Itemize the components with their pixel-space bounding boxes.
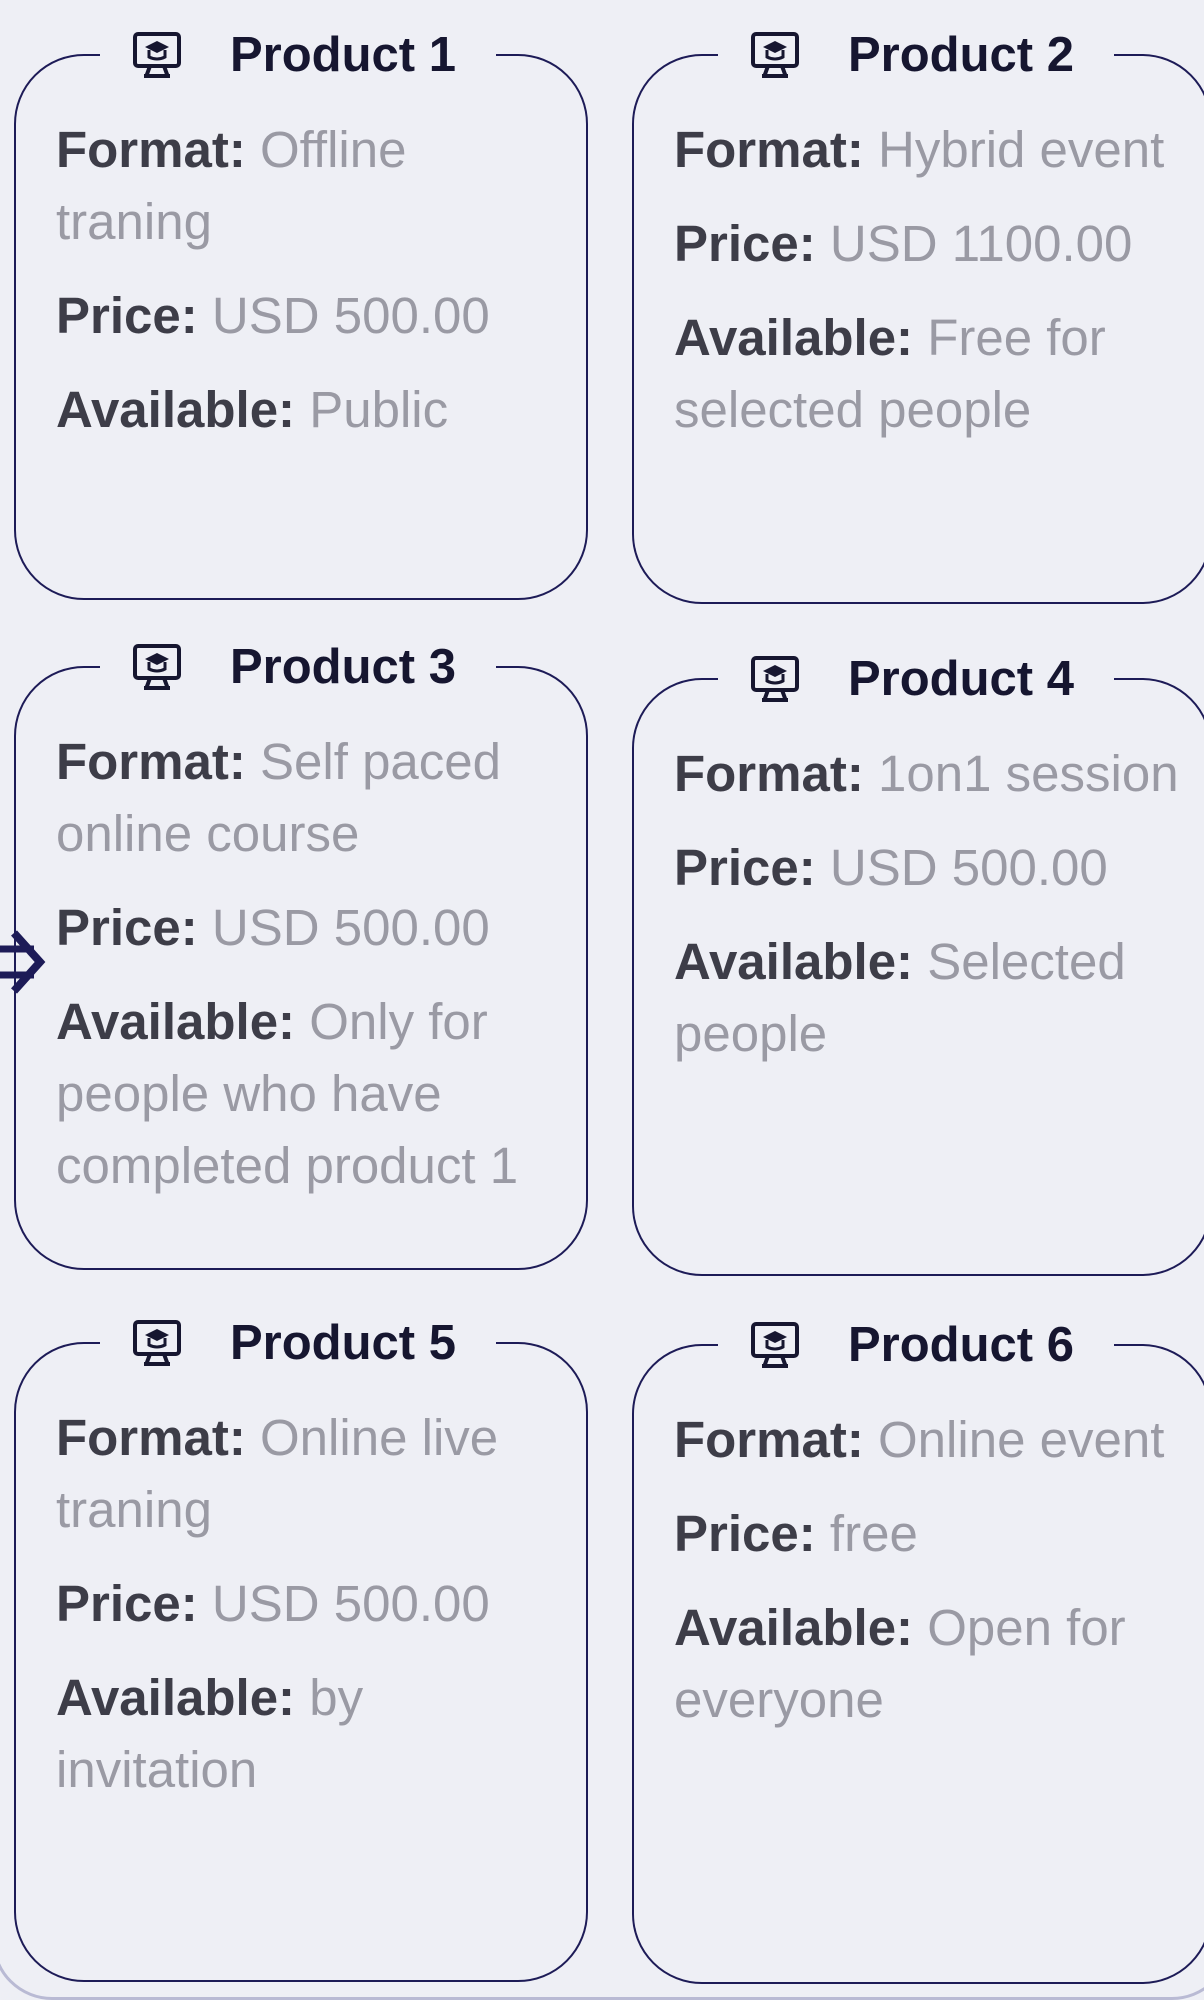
- format-field: Format: Online live traning: [56, 1402, 572, 1546]
- product-card-header: Product 3: [100, 638, 496, 696]
- format-value: Hybrid event: [878, 121, 1165, 178]
- price-field: Price: USD 500.00: [56, 892, 572, 964]
- format-label: Format:: [674, 745, 864, 802]
- available-field: Available: Public: [56, 374, 572, 446]
- online-course-monitor-icon: [133, 32, 181, 78]
- product-fields: Format: Online event Price: free Availab…: [674, 1404, 1196, 1758]
- format-value: 1on1 session: [878, 745, 1179, 802]
- online-course-monitor-icon: [751, 32, 799, 78]
- product-title: Product 6: [848, 1318, 1074, 1372]
- price-field: Price: USD 500.00: [56, 1568, 572, 1640]
- product-card-2[interactable]: Product 2 Format: Hybrid event Price: US…: [632, 26, 1204, 604]
- available-label: Available:: [56, 1669, 296, 1726]
- available-field: Available: Open for everyone: [674, 1592, 1196, 1736]
- available-label: Available:: [56, 993, 296, 1050]
- format-field: Format: Offline traning: [56, 114, 572, 258]
- format-label: Format:: [674, 121, 864, 178]
- product-fields: Format: 1on1 session Price: USD 500.00 A…: [674, 738, 1196, 1092]
- price-value: USD 500.00: [211, 287, 490, 344]
- available-field: Available: Selected people: [674, 926, 1196, 1070]
- product-title: Product 5: [230, 1316, 456, 1370]
- product-title: Product 2: [848, 28, 1074, 82]
- price-label: Price:: [56, 1575, 198, 1632]
- format-label: Format:: [56, 733, 246, 790]
- available-value: Public: [309, 381, 449, 438]
- product-card-5[interactable]: Product 5 Format: Online live traning Pr…: [14, 1314, 588, 1982]
- price-value: USD 1100.00: [829, 215, 1133, 272]
- format-field: Format: Self paced online course: [56, 726, 572, 870]
- product-card-header: Product 2: [718, 26, 1114, 84]
- price-label: Price:: [56, 287, 198, 344]
- price-field: Price: USD 500.00: [56, 280, 572, 352]
- product-fields: Format: Online live traning Price: USD 5…: [56, 1402, 572, 1828]
- available-field: Available: by invitation: [56, 1662, 572, 1806]
- product-card-header: Product 1: [100, 26, 496, 84]
- product-card-header: Product 4: [718, 650, 1114, 708]
- price-field: Price: free: [674, 1498, 1196, 1570]
- product-card-header: Product 5: [100, 1314, 496, 1372]
- product-card-6[interactable]: Product 6 Format: Online event Price: fr…: [632, 1316, 1204, 1984]
- format-field: Format: Online event: [674, 1404, 1196, 1476]
- product-title: Product 3: [230, 640, 456, 694]
- price-value: USD 500.00: [211, 1575, 490, 1632]
- product-fields: Format: Offline traning Price: USD 500.0…: [56, 114, 572, 468]
- price-value: USD 500.00: [829, 839, 1108, 896]
- format-label: Format:: [674, 1411, 864, 1468]
- online-course-monitor-icon: [133, 1320, 181, 1366]
- available-label: Available:: [56, 381, 296, 438]
- product-card-1[interactable]: Product 1 Format: Offline traning Price:…: [14, 26, 588, 600]
- format-field: Format: 1on1 session: [674, 738, 1196, 810]
- available-field: Available: Only for people who have comp…: [56, 986, 572, 1202]
- available-field: Available: Free for selected people: [674, 302, 1196, 446]
- price-field: Price: USD 500.00: [674, 832, 1196, 904]
- product-title: Product 1: [230, 28, 456, 82]
- product-card-header: Product 6: [718, 1316, 1114, 1374]
- product-card-3[interactable]: Product 3 Format: Self paced online cour…: [14, 638, 588, 1270]
- price-label: Price:: [674, 839, 816, 896]
- price-label: Price:: [56, 899, 198, 956]
- online-course-monitor-icon: [751, 656, 799, 702]
- available-label: Available:: [674, 933, 914, 990]
- product-card-4[interactable]: Product 4 Format: 1on1 session Price: US…: [632, 650, 1204, 1276]
- available-label: Available:: [674, 309, 914, 366]
- price-value: free: [829, 1505, 918, 1562]
- price-label: Price:: [674, 215, 816, 272]
- online-course-monitor-icon: [133, 644, 181, 690]
- product-fields: Format: Hybrid event Price: USD 1100.00 …: [674, 114, 1196, 468]
- online-course-monitor-icon: [751, 1322, 799, 1368]
- format-field: Format: Hybrid event: [674, 114, 1196, 186]
- format-value: Online event: [878, 1411, 1165, 1468]
- price-value: USD 500.00: [211, 899, 490, 956]
- price-label: Price:: [674, 1505, 816, 1562]
- available-label: Available:: [674, 1599, 914, 1656]
- format-label: Format:: [56, 1409, 246, 1466]
- price-field: Price: USD 1100.00: [674, 208, 1196, 280]
- product-fields: Format: Self paced online course Price: …: [56, 726, 572, 1224]
- product-title: Product 4: [848, 652, 1074, 706]
- format-label: Format:: [56, 121, 246, 178]
